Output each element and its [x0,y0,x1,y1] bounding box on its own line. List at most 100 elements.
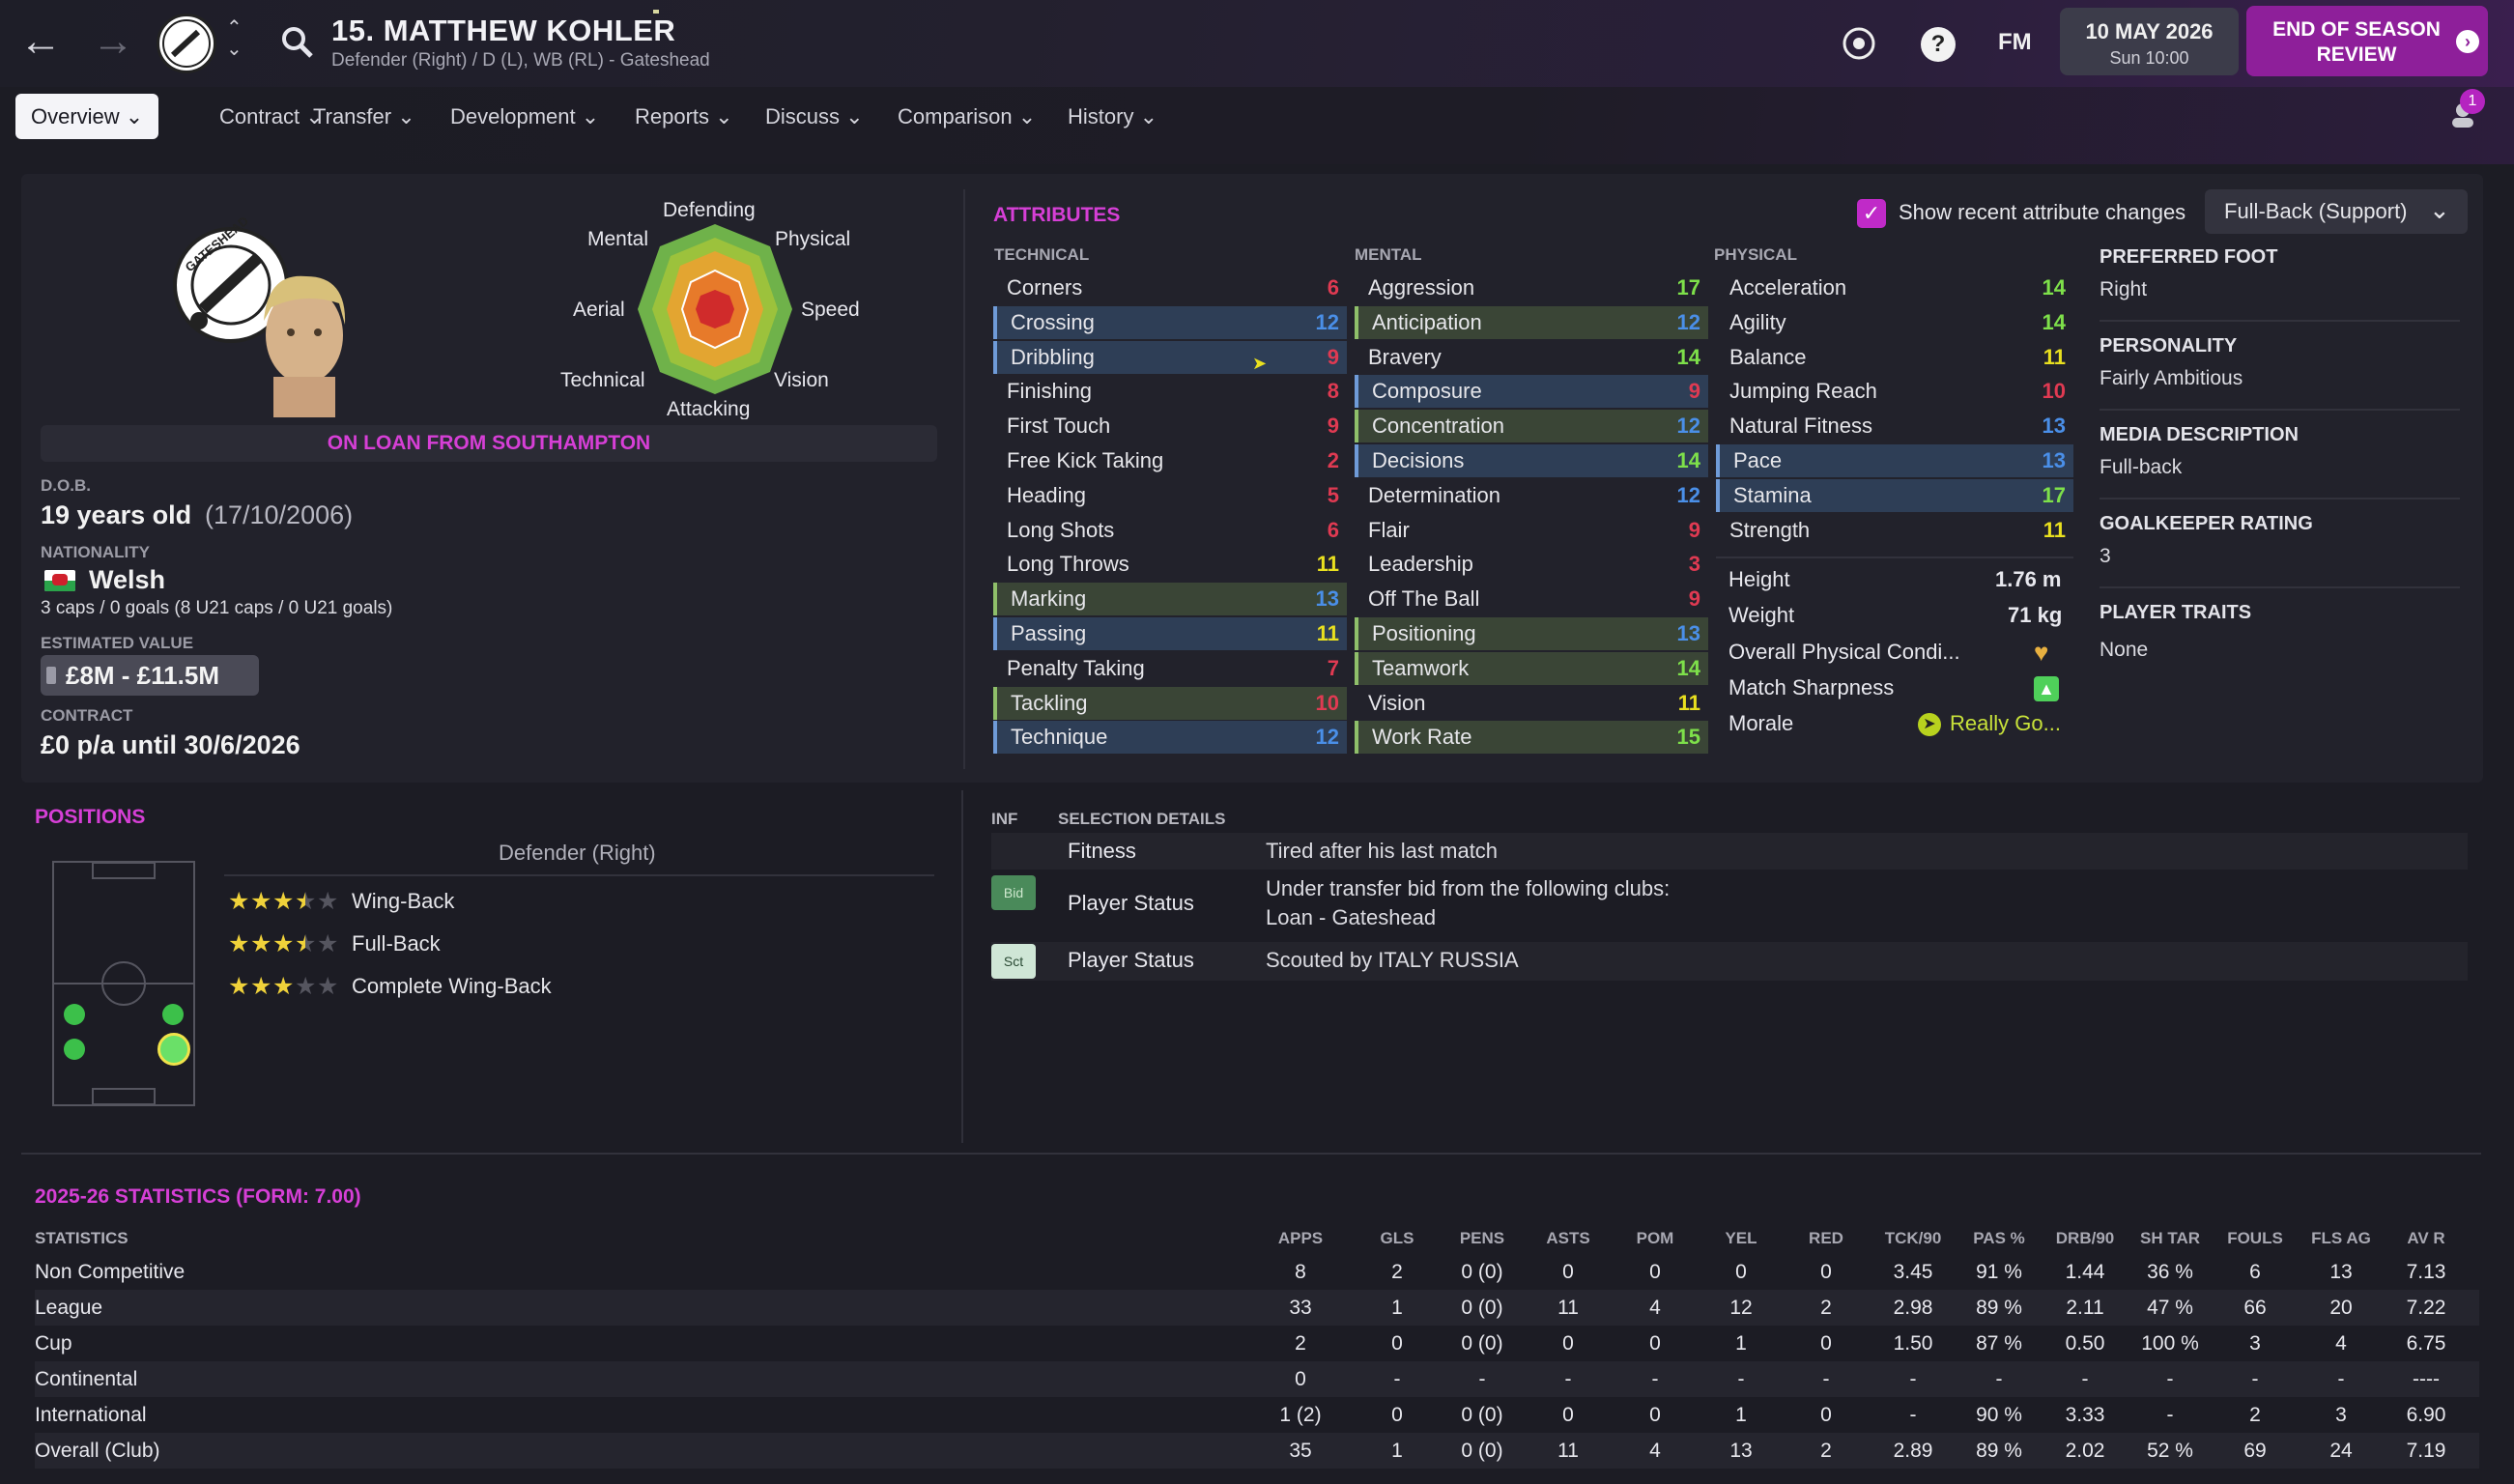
attribute-row[interactable]: Tackling 10 [993,686,1347,720]
attribute-value: 6 [1327,275,1339,300]
attribute-row[interactable]: Bravery 14 [1355,341,1708,374]
date-display[interactable]: 10 MAY 2026 Sun 10:00 [2060,8,2239,75]
attribute-row[interactable]: Dribbling 9 [993,340,1347,374]
player-switch-icon[interactable]: ⌃ ⌄ [226,17,243,60]
stats-column-header[interactable]: AV R [2383,1229,2470,1248]
tab-development[interactable]: Development ⌄ [435,94,614,139]
mental-label: MENTAL [1355,245,1422,264]
stats-cell: 4 [2335,1332,2347,1355]
stats-column-header[interactable]: PAS % [1956,1229,2043,1248]
value-label: ESTIMATED VALUE [41,634,194,652]
attribute-row[interactable]: Determination 12 [1355,479,1708,512]
attribute-row[interactable]: Off The Ball 9 [1355,583,1708,615]
stats-column-header[interactable]: SH TAR [2127,1229,2214,1248]
show-changes-checkbox[interactable]: ✓ [1857,199,1886,228]
attribute-row[interactable]: Work Rate 15 [1355,721,1708,755]
info-separator [2100,498,2460,499]
attribute-row[interactable]: Decisions 14 [1355,444,1708,477]
attribute-row[interactable]: Finishing 8 [993,375,1347,408]
role-select[interactable]: Full-Back (Support) ⌄ [2205,189,2468,234]
stats-column-header[interactable]: TCK/90 [1870,1229,1957,1248]
fm-menu-button[interactable]: FM [1998,29,2032,56]
club-badge-icon[interactable] [157,14,216,73]
attribute-row[interactable]: Acceleration 14 [1716,271,2073,304]
attribute-row[interactable]: Composure 9 [1355,375,1708,409]
star-icon: ★ [295,888,317,915]
back-arrow-icon[interactable]: ← [19,17,62,66]
stats-column-header[interactable]: POM [1612,1229,1699,1248]
attribute-row[interactable]: Technique 12 [993,721,1347,755]
tab-discuss[interactable]: Discuss ⌄ [750,94,879,139]
tab-overview[interactable]: Overview ⌄ [15,94,159,139]
stats-column-header[interactable]: YEL [1698,1229,1785,1248]
stats-column-header[interactable]: DRB/90 [2042,1229,2128,1248]
attribute-row[interactable]: Crossing 12 [993,305,1347,339]
attribute-row[interactable]: Teamwork 14 [1355,651,1708,685]
tab-comparison[interactable]: Comparison ⌄ [882,94,1051,139]
attribute-row[interactable]: Jumping Reach 10 [1716,375,2073,408]
nationality-value: Welsh [89,565,166,594]
attribute-row[interactable]: Concentration 12 [1355,410,1708,443]
attribute-row[interactable]: Long Throws 11 [993,548,1347,581]
star-icon: ★ [272,973,295,1000]
stats-row[interactable]: Continental 0- - - - - - - - - - - - ---- [35,1361,2479,1397]
stats-column-header[interactable]: APPS [1257,1229,1344,1248]
star-icon: ★ [272,930,295,957]
search-icon[interactable] [280,25,315,65]
tab-reports[interactable]: Reports ⌄ [619,94,749,139]
attribute-row[interactable]: Flair 9 [1355,514,1708,547]
stats-row[interactable]: International 1 (2) 0 0 (0) 0 0 1 0 - 90 % 3.33 - 2 3… [35,1397,2479,1433]
attribute-row[interactable]: Aggression 17 [1355,271,1708,304]
attribute-row[interactable]: Natural Fitness 13 [1716,410,2073,442]
stats-row[interactable]: Cup 2 0 0 (0) 0 0 1 0 1.50 87 % 0.50 100 % 3 4 6.75 [35,1326,2479,1361]
radar-label-aerial: Aerial [573,299,625,321]
stats-column-header[interactable]: FOULS [2212,1229,2299,1248]
stats-column-header[interactable]: GLS [1354,1229,1441,1248]
attribute-row[interactable]: Heading 5 [993,479,1347,512]
attribute-row[interactable]: Strength 11 [1716,514,2073,547]
attribute-row[interactable]: First Touch 9 [993,410,1347,442]
stats-row[interactable]: Overall (Club) 35 1 0 (0) 11 4 13 2 2.89 89 % 2.02… [35,1433,2479,1469]
tab-reports-label: Reports [635,104,710,128]
stats-column-header[interactable]: PENS [1439,1229,1526,1248]
attribute-row[interactable]: Positioning 13 [1355,617,1708,650]
attribute-name: Aggression [1368,275,1475,300]
attribute-row[interactable]: Anticipation 12 [1355,305,1708,339]
stats-column-header[interactable]: ASTS [1525,1229,1612,1248]
attribute-row[interactable]: Pace 13 [1716,444,2073,477]
attribute-row[interactable]: Corners 6 [993,271,1347,304]
forward-arrow-icon[interactable]: → [92,17,134,66]
attribute-value: 12 [1676,309,1700,334]
attribute-value: 12 [1315,309,1339,334]
stats-column-header[interactable]: FLS AG [2298,1229,2385,1248]
contract-value: £0 p/a until 30/6/2026 [41,730,300,759]
attribute-row[interactable]: Vision 11 [1355,687,1708,720]
stats-cell: 3 [2249,1332,2261,1355]
end-of-season-review-button[interactable]: END OF SEASON REVIEW › [2246,6,2488,76]
attribute-row[interactable]: Long Shots 6 [993,514,1347,547]
attribute-row[interactable]: Passing 11 [993,617,1347,650]
stats-cell: 0.50 [2065,1332,2105,1355]
attribute-row[interactable]: Penalty Taking 7 [993,652,1347,685]
attribute-row[interactable]: Marking 13 [993,583,1347,616]
stats-row[interactable]: League 33 1 0 (0) 11 4 12 2 2.98 89 % 2.11 47 % 66 20… [35,1290,2479,1326]
attribute-row[interactable]: Stamina 17 [1716,478,2073,512]
stats-cell: 0 (0) [1461,1404,1503,1426]
attribute-value: 17 [1676,275,1700,300]
tab-transfer[interactable]: Transfer ⌄ [298,94,431,139]
estimated-value[interactable]: £8M - £11.5M [41,655,259,696]
selection-detail-2: Loan - Gateshead [1266,905,1437,929]
attribute-value: 14 [1676,655,1700,680]
attribute-row[interactable]: Free Kick Taking 2 [993,444,1347,477]
attribute-row[interactable]: Balance 11 [1716,341,2073,374]
tab-history[interactable]: History ⌄ [1052,94,1173,139]
stats-row[interactable]: Non Competitive 8 2 0 (0) 0 0 0 0 3.45 91 % 1.44 36… [35,1254,2479,1290]
preferred-foot-value: Right [2100,278,2148,300]
world-icon[interactable] [1841,25,1877,67]
help-icon[interactable]: ? [1921,27,1956,62]
stats-cell: 52 % [2147,1440,2193,1462]
attribute-row[interactable]: Leadership 3 [1355,548,1708,581]
stats-column-header[interactable]: RED [1783,1229,1870,1248]
notification-icon[interactable]: 1 [2446,89,2485,129]
attribute-row[interactable]: Agility 14 [1716,306,2073,339]
